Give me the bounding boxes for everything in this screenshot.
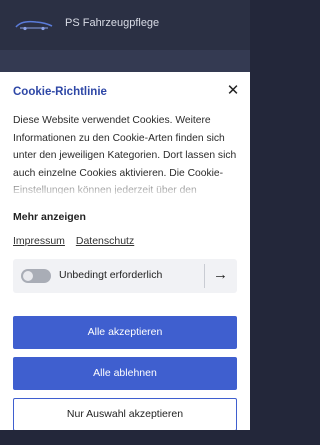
accept-selection-button[interactable]: Nur Auswahl akzeptieren bbox=[13, 398, 237, 431]
legal-links: Impressum Datenschutz bbox=[13, 235, 142, 247]
toggle-knob bbox=[23, 271, 33, 281]
modal-title: Cookie-Richtlinie bbox=[13, 86, 107, 98]
cookie-modal: Cookie-Richtlinie ✕ Diese Website verwen… bbox=[0, 72, 250, 440]
row-divider bbox=[204, 264, 205, 288]
arrow-right-icon[interactable]: → bbox=[213, 265, 228, 285]
page-background-strip bbox=[0, 430, 250, 445]
show-more-link[interactable]: Mehr anzeigen bbox=[13, 211, 86, 223]
imprint-link[interactable]: Impressum bbox=[13, 235, 65, 247]
required-cookies-toggle[interactable] bbox=[21, 269, 51, 283]
car-logo-icon[interactable] bbox=[14, 16, 54, 32]
site-title: PS Fahrzeugpflege bbox=[65, 17, 160, 29]
consent-category-row: Unbedingt erforderlich → bbox=[13, 259, 237, 293]
reject-all-button[interactable]: Alle ablehnen bbox=[13, 357, 237, 390]
accept-all-button[interactable]: Alle akzeptieren bbox=[13, 316, 237, 349]
consent-category-label: Unbedingt erforderlich bbox=[59, 269, 163, 281]
close-icon[interactable]: ✕ bbox=[224, 82, 242, 100]
privacy-link[interactable]: Datenschutz bbox=[76, 235, 134, 247]
site-header: PS Fahrzeugpflege bbox=[0, 0, 250, 50]
description-fade bbox=[0, 176, 250, 198]
header-bar bbox=[0, 50, 250, 72]
